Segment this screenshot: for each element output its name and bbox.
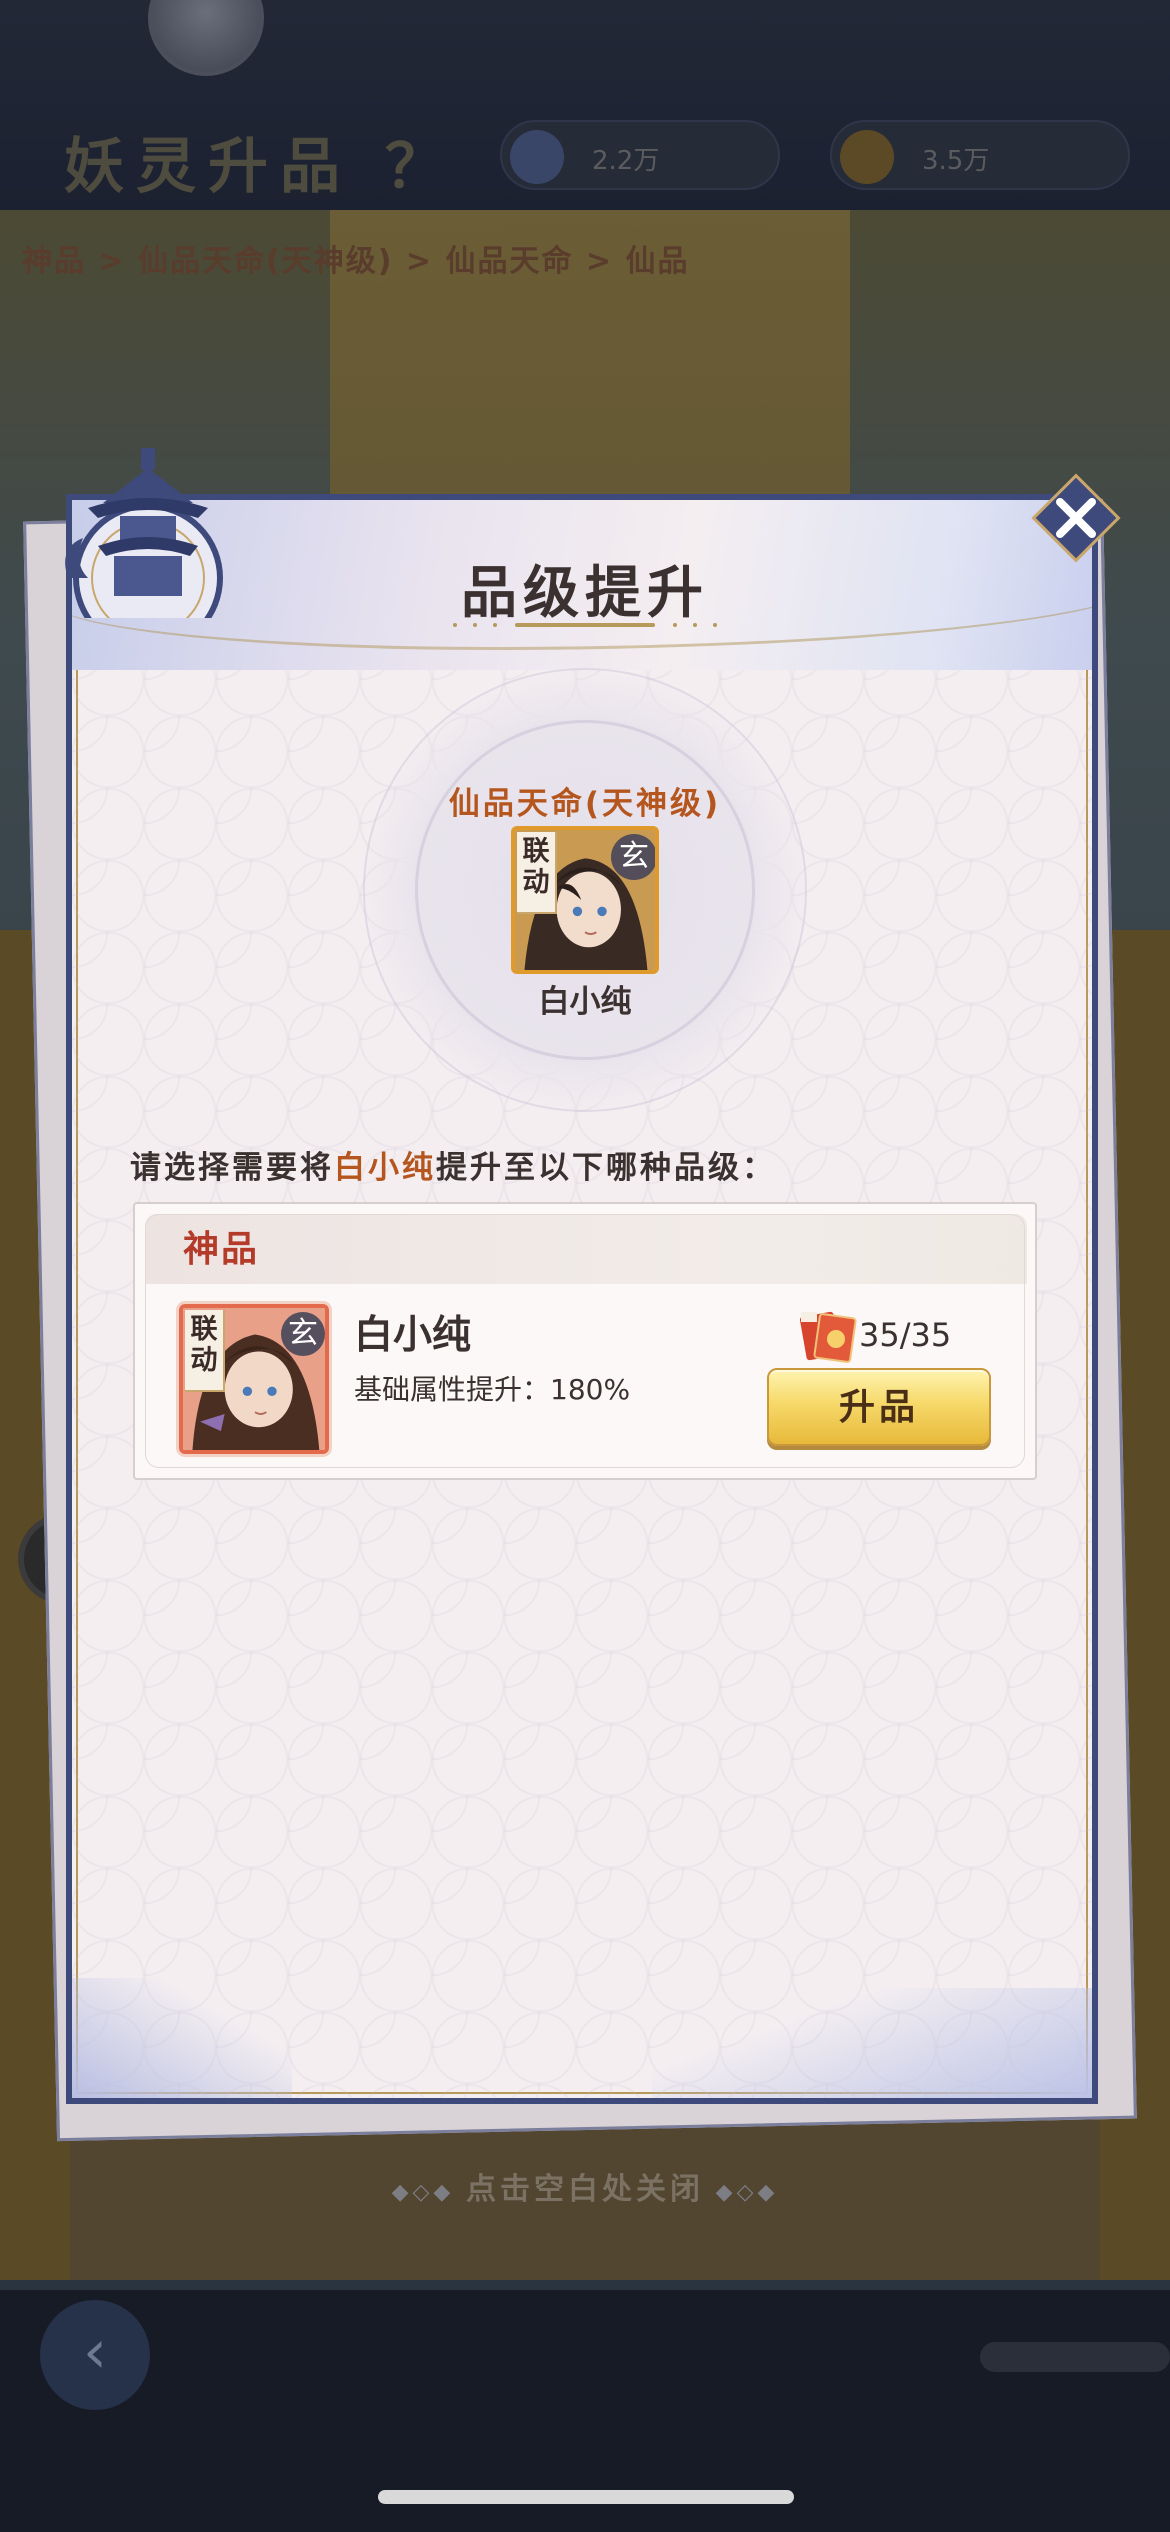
background-breadcrumb: 神品 > 仙品天命(天神级) > 仙品天命 > 仙品 <box>22 244 690 279</box>
background-bottom-slider <box>980 2342 1170 2372</box>
title-ornament <box>453 623 717 627</box>
lightning-icon <box>840 130 894 184</box>
hero-shard-icon <box>799 1311 857 1363</box>
prompt-text-before: 请选择需要将 <box>130 1150 334 1186</box>
option-attribute-bonus: 基础属性提升：180% <box>354 1373 631 1406</box>
shard-count: 35/35 <box>859 1316 952 1354</box>
current-hero-name: 白小纯 <box>538 984 632 1020</box>
collab-tag: 联动 <box>185 1310 225 1392</box>
current-grade-label: 仙品天命(天神级) <box>448 786 722 822</box>
home-indicator[interactable] <box>378 2490 794 2504</box>
hint-ornament-left-icon: ◆◇◆ <box>391 2180 466 2205</box>
background-currency-1: 2.2万 <box>500 120 780 190</box>
hint-ornament-right-icon: ◆◇◆ <box>704 2180 779 2205</box>
select-prompt: 请选择需要将白小纯提升至以下哪种品级： <box>130 1142 776 1187</box>
background-currency-2: 3.5万 <box>830 120 1130 190</box>
background-title: 妖灵升品 ？ <box>64 132 457 202</box>
corner-wave-left <box>72 1978 292 2098</box>
dialog-title: 品级提升 <box>461 560 709 626</box>
prompt-text-after: 提升至以下哪种品级： <box>436 1150 776 1186</box>
crystal-icon <box>510 130 564 184</box>
grade-option-title: 神品 <box>183 1228 260 1270</box>
tap-to-close-text: 点击空白处关闭 <box>466 2172 704 2207</box>
corner-wave-right <box>652 1988 1092 2098</box>
back-arrow-icon: ‹ <box>40 2300 150 2410</box>
collab-tag: 联动 <box>517 832 557 914</box>
grade-option-card: 神品 联动 玄 白小纯 基础属性提升：180% 35/35 升品 <box>133 1202 1037 1480</box>
prompt-hero-name: 白小纯 <box>334 1150 436 1186</box>
option-hero-portrait: 联动 玄 <box>179 1304 329 1454</box>
option-hero-name: 白小纯 <box>354 1313 472 1358</box>
tap-to-close-hint[interactable]: ◆◇◆ 点击空白处关闭 ◆◇◆ <box>0 2164 1170 2208</box>
element-badge: 玄 <box>281 1312 325 1356</box>
upgrade-button[interactable]: 升品 <box>767 1368 991 1446</box>
element-badge: 玄 <box>611 834 655 880</box>
current-hero-portrait: 联动 玄 <box>511 826 659 974</box>
